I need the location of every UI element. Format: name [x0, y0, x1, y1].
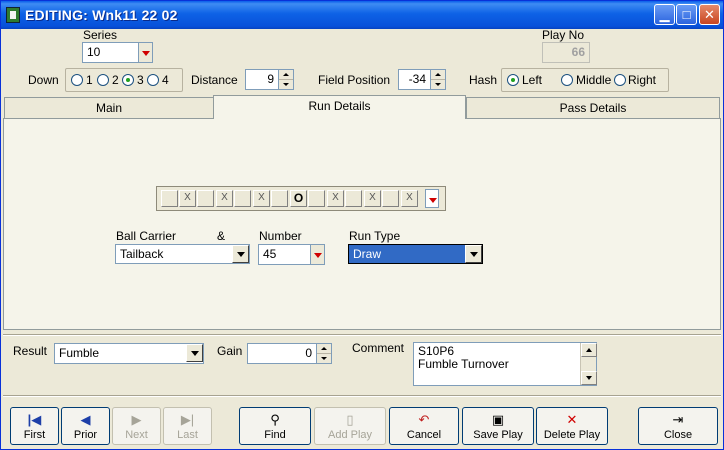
- down-radio-3[interactable]: [122, 74, 134, 86]
- down-option-1: 1: [86, 73, 93, 87]
- number-field[interactable]: 45: [258, 244, 311, 265]
- hash-option-middle: Middle: [576, 73, 612, 87]
- editing-window: EDITING: Wnk11 22 02 ▁ □ ✕ Series 10 Pla…: [0, 0, 724, 450]
- ball-carrier-dropdown-button[interactable]: [232, 245, 249, 263]
- app-icon: [6, 7, 20, 23]
- formation-strip: X X X O X X X: [156, 186, 446, 211]
- series-field[interactable]: 10: [82, 42, 139, 63]
- maximize-icon: □: [682, 7, 691, 22]
- down-option-3: 3: [137, 73, 144, 87]
- comment-textarea[interactable]: S10P6 Fumble Turnover: [413, 342, 597, 386]
- last-button[interactable]: ▶| Last: [163, 407, 212, 445]
- formation-cell[interactable]: X: [364, 190, 381, 207]
- prior-button[interactable]: ◀ Prior: [61, 407, 110, 445]
- formation-cell[interactable]: [197, 190, 214, 207]
- next-icon: ▶: [131, 412, 142, 427]
- comment-line-2: Fumble Turnover: [418, 357, 509, 371]
- play-no-label: Play No: [542, 28, 585, 42]
- separator: [3, 395, 721, 397]
- gain-label: Gain: [217, 344, 243, 358]
- add-play-button[interactable]: ▯ Add Play: [314, 407, 386, 445]
- hash-option-right: Right: [628, 73, 657, 87]
- down-radio-1[interactable]: [71, 74, 83, 86]
- result-label: Result: [13, 344, 48, 358]
- close-icon: ✕: [704, 6, 715, 22]
- down-radio-4[interactable]: [147, 74, 159, 86]
- formation-cell-center[interactable]: O: [290, 190, 307, 207]
- save-play-button[interactable]: ▣ Save Play: [462, 407, 534, 445]
- window-title: EDITING: Wnk11 22 02: [25, 7, 178, 23]
- field-position-spinner[interactable]: [431, 69, 446, 90]
- play-no-field: 66: [542, 42, 590, 63]
- find-button[interactable]: ⚲ Find: [239, 407, 311, 445]
- next-button[interactable]: ▶ Next: [112, 407, 161, 445]
- run-type-label: Run Type: [349, 229, 401, 243]
- formation-cell[interactable]: X: [179, 190, 196, 207]
- down-radio-2[interactable]: [97, 74, 109, 86]
- hash-radio-left[interactable]: [507, 74, 519, 86]
- distance-spinner[interactable]: [279, 69, 294, 90]
- gain-field[interactable]: 0: [247, 343, 317, 364]
- down-option-4: 4: [162, 73, 169, 87]
- minimize-button[interactable]: ▁: [654, 4, 675, 25]
- formation-cell[interactable]: [234, 190, 251, 207]
- tab-run-details[interactable]: Run Details: [213, 95, 466, 119]
- comment-label: Comment: [352, 341, 405, 355]
- formation-cell[interactable]: [308, 190, 325, 207]
- first-button[interactable]: |◀ First: [10, 407, 59, 445]
- field-position-label: Field Position: [318, 73, 391, 87]
- formation-cell[interactable]: X: [327, 190, 344, 207]
- maximize-button[interactable]: □: [676, 4, 697, 25]
- result-dropdown-button[interactable]: [186, 344, 203, 362]
- result-select[interactable]: Fumble: [54, 343, 204, 364]
- series-label: Series: [83, 28, 118, 42]
- delete-play-button[interactable]: ✕ Delete Play: [536, 407, 608, 445]
- run-type-select[interactable]: Draw: [348, 244, 483, 264]
- hash-radio-right[interactable]: [614, 74, 626, 86]
- binoculars-icon: ⚲: [270, 412, 280, 427]
- formation-cell[interactable]: [161, 190, 178, 207]
- cancel-icon: ↶: [418, 412, 430, 427]
- separator: [3, 334, 721, 336]
- last-icon: ▶|: [180, 412, 195, 427]
- title-bar[interactable]: EDITING: Wnk11 22 02 ▁ □ ✕: [1, 1, 723, 29]
- delete-x-icon: ✕: [566, 412, 578, 427]
- close-button[interactable]: ⇥ Close: [638, 407, 718, 445]
- formation-cell[interactable]: [382, 190, 399, 207]
- formation-dropdown-button[interactable]: [425, 189, 439, 208]
- formation-cell[interactable]: [271, 190, 288, 207]
- ball-carrier-label: Ball Carrier: [116, 229, 177, 243]
- close-window-button[interactable]: ✕: [699, 4, 720, 25]
- distance-field[interactable]: 9: [245, 69, 279, 90]
- formation-cell[interactable]: [345, 190, 362, 207]
- save-disk-icon: ▣: [491, 412, 505, 427]
- field-position-field[interactable]: -34: [398, 69, 431, 90]
- tab-main[interactable]: Main: [4, 97, 214, 119]
- run-details-panel: [3, 118, 721, 330]
- exit-door-icon: ⇥: [672, 412, 684, 427]
- cancel-button[interactable]: ↶ Cancel: [389, 407, 459, 445]
- distance-label: Distance: [191, 73, 238, 87]
- formation-cell[interactable]: X: [401, 190, 418, 207]
- hash-option-left: Left: [522, 73, 543, 87]
- down-label: Down: [28, 73, 59, 87]
- series-dropdown-button[interactable]: [139, 42, 153, 63]
- add-page-icon: ▯: [346, 412, 354, 427]
- hash-label: Hash: [469, 73, 498, 87]
- comment-scrollbar[interactable]: [580, 343, 597, 385]
- number-label: Number: [259, 229, 302, 243]
- formation-cell[interactable]: X: [253, 190, 270, 207]
- tab-pass-details[interactable]: Pass Details: [466, 97, 720, 119]
- run-type-dropdown-button[interactable]: [465, 245, 482, 263]
- down-option-2: 2: [112, 73, 119, 87]
- ball-carrier-select[interactable]: Tailback: [115, 244, 250, 264]
- gain-spinner[interactable]: [317, 343, 332, 364]
- minimize-icon: ▁: [659, 6, 670, 22]
- formation-cell[interactable]: X: [216, 190, 233, 207]
- first-icon: |◀: [27, 412, 42, 427]
- ampersand-label: &: [217, 229, 226, 243]
- number-dropdown-button[interactable]: [311, 244, 325, 265]
- prior-icon: ◀: [80, 412, 91, 427]
- hash-radio-middle[interactable]: [561, 74, 573, 86]
